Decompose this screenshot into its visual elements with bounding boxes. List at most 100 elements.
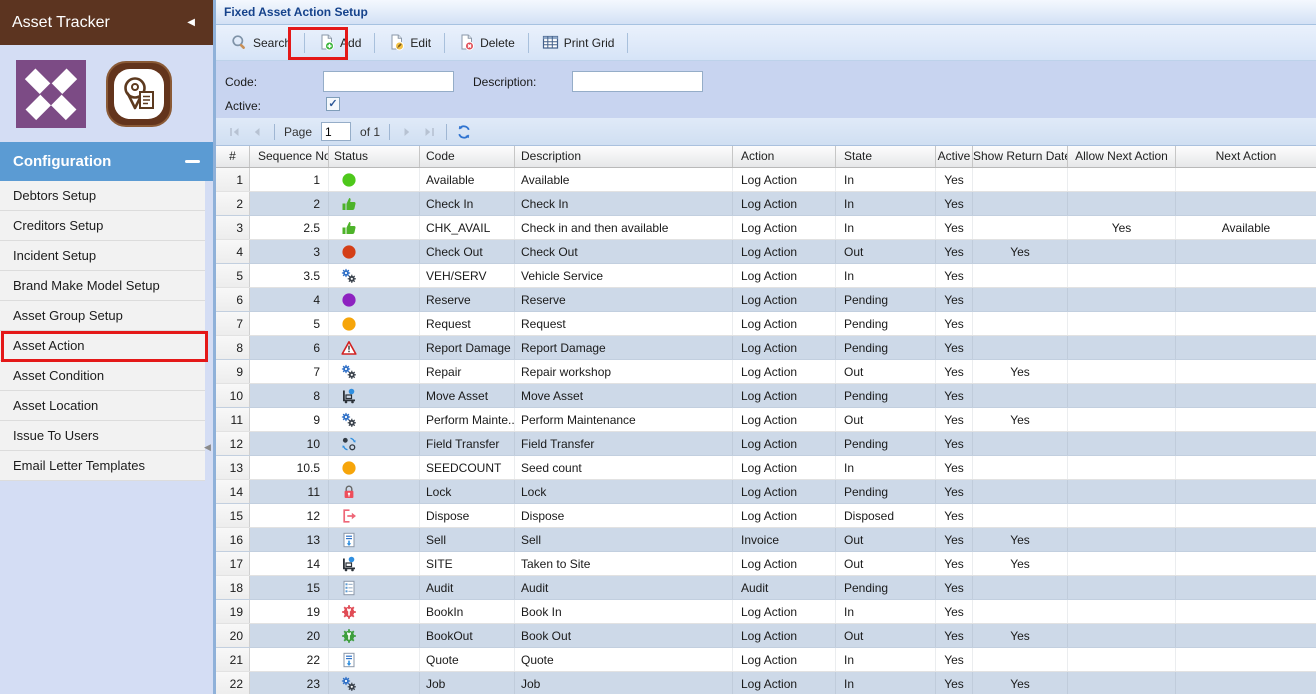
column-header-status[interactable]: Status (329, 146, 420, 167)
cell-action: Invoice (733, 528, 836, 551)
cell-code: Lock (420, 480, 515, 503)
column-header-na[interactable]: Next Action (1176, 146, 1316, 167)
table-row[interactable]: 1714SITETaken to SiteLog ActionOutYesYes (216, 552, 1316, 576)
cell-code: Job (420, 672, 515, 694)
table-row[interactable]: 75RequestRequestLog ActionPendingYes (216, 312, 1316, 336)
column-header-action[interactable]: Action (733, 146, 836, 167)
cell-description: Field Transfer (515, 432, 733, 455)
sidebar-item-asset-action[interactable]: Asset Action (0, 331, 205, 361)
cell-status (329, 480, 420, 503)
table-row[interactable]: 53.5VEH/SERVVehicle ServiceLog ActionInY… (216, 264, 1316, 288)
cell-show-return-date (973, 576, 1068, 599)
cell-active: Yes (936, 336, 973, 359)
toolbar: Search Add Edit Delete Print Grid (216, 25, 1316, 61)
cell-state: Pending (836, 384, 936, 407)
delete-button[interactable]: Delete (450, 30, 523, 55)
cell-description: Check in and then available (515, 216, 733, 239)
cell-next-action (1176, 432, 1316, 455)
sidebar-item-debtors-setup[interactable]: Debtors Setup (0, 181, 205, 211)
logo-row (0, 45, 213, 142)
cell-code: Sell (420, 528, 515, 551)
cell-state: Out (836, 240, 936, 263)
column-header-desc[interactable]: Description (515, 146, 733, 167)
cell-sequence: 9 (250, 408, 329, 431)
table-row[interactable]: 64ReserveReserveLog ActionPendingYes (216, 288, 1316, 312)
app-title: Asset Tracker (12, 14, 187, 32)
cell-state: Pending (836, 432, 936, 455)
first-page-icon[interactable] (227, 124, 243, 140)
column-header-num[interactable]: # (216, 146, 250, 167)
cell-code: SEEDCOUNT (420, 456, 515, 479)
table-row[interactable]: 1310.5SEEDCOUNTSeed countLog ActionInYes (216, 456, 1316, 480)
column-header-code[interactable]: Code (420, 146, 515, 167)
sidebar-collapse-icon[interactable]: ◀ (187, 17, 195, 28)
cell-status (329, 648, 420, 671)
next-page-icon[interactable] (399, 124, 415, 140)
column-header-seq[interactable]: Sequence No. (250, 146, 329, 167)
sidebar-item-brand-make-model-setup[interactable]: Brand Make Model Setup (0, 271, 205, 301)
table-row[interactable]: 97RepairRepair workshopLog ActionOutYesY… (216, 360, 1316, 384)
description-label: Description: (473, 75, 536, 89)
sidebar-item-issue-to-users[interactable]: Issue To Users (0, 421, 205, 451)
column-header-srd[interactable]: Show Return Date (973, 146, 1068, 167)
status-transfer-icon (341, 436, 357, 452)
status-circle-orange-icon (341, 316, 357, 332)
cell-code: Dispose (420, 504, 515, 527)
column-header-state[interactable]: State (836, 146, 936, 167)
cell-code: Field Transfer (420, 432, 515, 455)
row-number: 13 (216, 456, 250, 479)
table-row[interactable]: 32.5CHK_AVAILCheck in and then available… (216, 216, 1316, 240)
table-row[interactable]: 43Check OutCheck OutLog ActionOutYesYes (216, 240, 1316, 264)
page-number-input[interactable] (321, 122, 351, 141)
table-row[interactable]: 1512DisposeDisposeLog ActionDisposedYes (216, 504, 1316, 528)
code-input[interactable] (323, 71, 454, 92)
sidebar-collapse-handle-icon[interactable]: ◀ (204, 442, 211, 453)
sidebar-item-email-letter-templates[interactable]: Email Letter Templates (0, 451, 205, 481)
table-row[interactable]: 2223JobJobLog ActionInYesYes (216, 672, 1316, 694)
cell-show-return-date (973, 480, 1068, 503)
collapse-minus-icon[interactable] (185, 160, 200, 163)
sidebar-item-asset-group-setup[interactable]: Asset Group Setup (0, 301, 205, 331)
edit-button[interactable]: Edit (380, 30, 439, 55)
cell-status (329, 288, 420, 311)
grid-button[interactable]: Print Grid (534, 30, 623, 55)
active-checkbox[interactable] (326, 97, 340, 111)
cell-sequence: 3 (250, 240, 329, 263)
sidebar-item-creditors-setup[interactable]: Creditors Setup (0, 211, 205, 241)
table-row[interactable]: 22Check InCheck InLog ActionInYes (216, 192, 1316, 216)
cell-sequence: 20 (250, 624, 329, 647)
table-row[interactable]: 1210Field TransferField TransferLog Acti… (216, 432, 1316, 456)
cell-next-action (1176, 600, 1316, 623)
cell-sequence: 15 (250, 576, 329, 599)
table-row[interactable]: 119Perform Mainte...Perform MaintenanceL… (216, 408, 1316, 432)
prev-page-icon[interactable] (249, 124, 265, 140)
table-row[interactable]: 2122QuoteQuoteLog ActionInYes (216, 648, 1316, 672)
table-row[interactable]: 86Report DamageReport DamageLog ActionPe… (216, 336, 1316, 360)
sidebar-item-asset-condition[interactable]: Asset Condition (0, 361, 205, 391)
sidebar-item-incident-setup[interactable]: Incident Setup (0, 241, 205, 271)
config-section-header[interactable]: Configuration (0, 142, 213, 181)
cell-active: Yes (936, 408, 973, 431)
cell-next-action (1176, 480, 1316, 503)
sidebar-item-asset-location[interactable]: Asset Location (0, 391, 205, 421)
add-button[interactable]: Add (310, 30, 369, 55)
search-button[interactable]: Search (223, 30, 299, 55)
refresh-icon[interactable] (456, 124, 472, 140)
table-row[interactable]: 11AvailableAvailableLog ActionInYes (216, 168, 1316, 192)
column-header-active[interactable]: Active (936, 146, 973, 167)
description-input[interactable] (572, 71, 703, 92)
sidebar-item-label: Debtors Setup (13, 188, 96, 203)
table-row[interactable]: 2020BookOutBook OutLog ActionOutYesYes (216, 624, 1316, 648)
cell-state: In (836, 264, 936, 287)
cell-allow-next-action (1068, 168, 1176, 191)
table-row[interactable]: 108Move AssetMove AssetLog ActionPending… (216, 384, 1316, 408)
last-page-icon[interactable] (421, 124, 437, 140)
row-number: 1 (216, 168, 250, 191)
table-row[interactable]: 1613SellSellInvoiceOutYesYes (216, 528, 1316, 552)
column-header-ana[interactable]: Allow Next Action (1068, 146, 1176, 167)
toolbar-separator (627, 33, 628, 53)
table-row[interactable]: 1411LockLockLog ActionPendingYes (216, 480, 1316, 504)
table-row[interactable]: 1919BookInBook InLog ActionInYes (216, 600, 1316, 624)
table-row[interactable]: 1815AuditAuditAuditPendingYes (216, 576, 1316, 600)
row-number: 5 (216, 264, 250, 287)
